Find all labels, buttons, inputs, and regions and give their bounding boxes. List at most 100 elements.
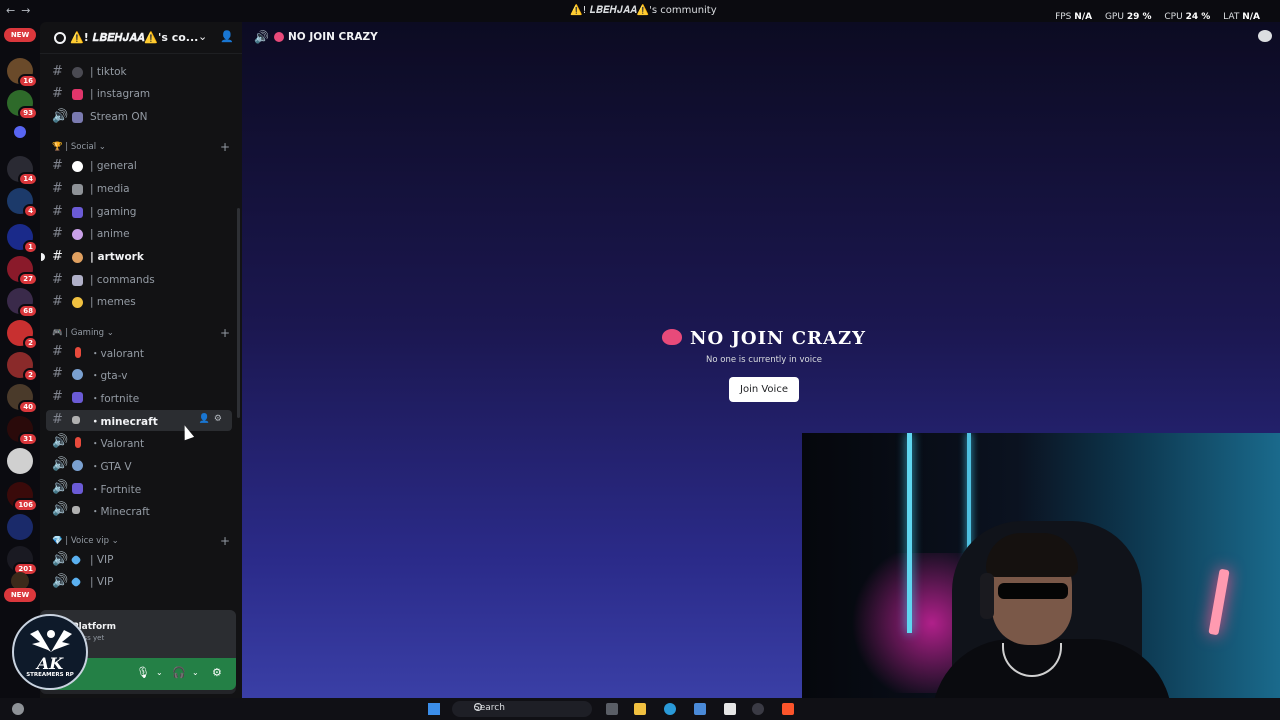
channel-anime[interactable]: # | anime <box>46 224 232 245</box>
voice-channel-fortnite[interactable]: 🔊 ・Fortnite <box>46 478 232 499</box>
server-icon[interactable]: 2 <box>7 320 38 350</box>
folder-icon[interactable] <box>14 126 26 138</box>
server-icon[interactable]: 93 <box>7 90 38 120</box>
server-icon[interactable]: 106 <box>7 482 38 512</box>
channel-scrollbar[interactable] <box>237 208 240 418</box>
microphone-icon[interactable]: 🎙 <box>136 666 150 679</box>
gpu-label: GPU <box>1104 12 1124 22</box>
join-voice-button[interactable]: Join Voice <box>729 377 799 402</box>
server-icon[interactable]: 16 <box>7 58 38 88</box>
channel-media[interactable]: # | media <box>46 179 232 200</box>
mention-badge: 31 <box>18 432 38 446</box>
category-social[interactable]: 🏆 | Social ⌄ + <box>52 140 230 156</box>
gear-icon[interactable]: ⚙ <box>214 414 226 424</box>
pickaxe-icon <box>72 416 80 424</box>
notepad-icon[interactable] <box>724 703 736 715</box>
server-icon[interactable]: 201 <box>7 546 38 576</box>
add-channel-icon[interactable]: + <box>220 534 230 548</box>
add-channel-icon[interactable]: + <box>220 326 230 340</box>
speaker-icon: 🔊 <box>254 30 269 44</box>
channel-label: | anime <box>90 228 130 240</box>
guild-header[interactable]: ⚠️! 𝑳𝑩𝑬𝑯𝑱𝑨𝑨⚠️'s co... ⌄ 👤 <box>40 22 242 54</box>
channel-stream-on[interactable]: 🔊 Stream ON <box>46 107 232 128</box>
mention-badge: 16 <box>18 74 38 88</box>
hash-icon: # <box>52 412 63 427</box>
channel-memes[interactable]: # | memes <box>46 292 232 313</box>
channel-tiktok[interactable]: # | tiktok <box>46 62 232 83</box>
channel-label: ・fortnite <box>90 393 140 405</box>
channel-label: | commands <box>90 274 155 286</box>
voice-channel-valorant[interactable]: 🔊 ・Valorant <box>46 432 232 453</box>
server-icon[interactable]: 14 <box>7 156 38 186</box>
store-icon[interactable] <box>694 703 706 715</box>
diamond-icon: 💎 <box>52 536 63 546</box>
mention-badge: 4 <box>23 204 38 218</box>
mention-badge: 68 <box>18 304 38 318</box>
hash-icon: # <box>52 294 63 309</box>
voice-channel-gta-v[interactable]: 🔊 ・GTA V <box>46 455 232 476</box>
trophy-icon: 🏆 <box>52 142 63 152</box>
channel-emoji-icon <box>72 89 83 100</box>
server-icon[interactable]: 27 <box>7 256 38 286</box>
channel-minecraft[interactable]: # ・minecraft 👤⚙ <box>46 410 232 431</box>
edge-browser-icon[interactable] <box>664 703 676 715</box>
server-rail: NEW 16 93 14 4 1 27 68 2 2 40 31 106 201… <box>0 22 40 698</box>
robot-icon <box>72 275 83 286</box>
gamepad-icon <box>72 483 83 494</box>
chevron-down-icon[interactable]: ⌄ <box>198 30 207 43</box>
new-pill-bottom[interactable]: NEW <box>4 588 36 602</box>
obs-icon[interactable] <box>752 703 764 715</box>
pink-light <box>1208 568 1230 636</box>
car-icon <box>72 369 83 380</box>
server-icon[interactable] <box>7 514 33 540</box>
server-icon[interactable]: 4 <box>7 188 38 218</box>
task-view-icon[interactable] <box>606 703 618 715</box>
invite-icon[interactable]: 👤 <box>199 414 214 424</box>
lat-value: N/A <box>1242 12 1260 22</box>
category-gaming[interactable]: 🎮 | Gaming ⌄ + <box>52 326 230 342</box>
channel-gta-v[interactable]: # ・gta-v <box>46 364 232 385</box>
channel-general[interactable]: # | general <box>46 156 232 177</box>
audio-options-chevron-icon[interactable]: ⌄ <box>192 668 199 677</box>
channel-gaming[interactable]: # | gaming <box>46 202 232 223</box>
mention-badge: 2 <box>23 368 38 382</box>
gear-icon[interactable]: ⚙ <box>212 666 222 679</box>
server-icon[interactable]: 1 <box>7 224 38 254</box>
new-pill-top[interactable]: NEW <box>4 28 36 42</box>
channel-label: Stream ON <box>90 111 148 123</box>
file-explorer-icon[interactable] <box>634 703 646 715</box>
channel-label: ・Fortnite <box>90 484 142 496</box>
channel-label: ・minecraft <box>90 416 158 428</box>
channel-label: | memes <box>90 296 136 308</box>
brave-browser-icon[interactable] <box>782 703 794 715</box>
channel-label: | VIP <box>90 576 114 588</box>
nav-arrows[interactable]: ←→ <box>6 4 36 17</box>
headphones-icon[interactable]: 🎧 <box>172 666 186 679</box>
server-icon[interactable]: 68 <box>7 288 38 318</box>
invite-people-icon[interactable]: 👤 <box>220 30 234 43</box>
channel-fortnite[interactable]: # ・fortnite <box>46 387 232 408</box>
webcam-overlay <box>802 433 1280 698</box>
server-icon[interactable]: 31 <box>7 416 38 446</box>
channel-artwork[interactable]: # | artwork <box>46 247 232 268</box>
voice-channel-vip-2[interactable]: 🔊 | VIP <box>46 572 232 593</box>
weather-icon[interactable] <box>12 703 24 715</box>
voice-channel-minecraft[interactable]: 🔊 ・Minecraft <box>46 500 232 521</box>
server-icon[interactable]: 2 <box>7 352 38 382</box>
mic-options-chevron-icon[interactable]: ⌄ <box>156 668 163 677</box>
add-channel-icon[interactable]: + <box>220 140 230 154</box>
hash-icon: # <box>52 181 63 196</box>
car-icon <box>72 460 83 471</box>
logo-rp-label: RP <box>65 672 74 678</box>
server-icon[interactable] <box>7 448 33 474</box>
channel-instagram[interactable]: # | instagram <box>46 84 232 105</box>
server-icon[interactable]: 40 <box>7 384 38 414</box>
windows-start-icon[interactable] <box>428 703 440 715</box>
category-voice-vip[interactable]: 💎 | Voice vip ⌄ + <box>52 534 230 550</box>
taskbar-search[interactable]: Search <box>452 701 592 717</box>
voice-channel-vip[interactable]: 🔊 | VIP <box>46 550 232 571</box>
lightning-icon <box>75 437 81 448</box>
chat-bubble-icon[interactable] <box>1258 30 1272 42</box>
channel-valorant[interactable]: # ・valorant <box>46 342 232 363</box>
channel-commands[interactable]: # | commands <box>46 270 232 291</box>
